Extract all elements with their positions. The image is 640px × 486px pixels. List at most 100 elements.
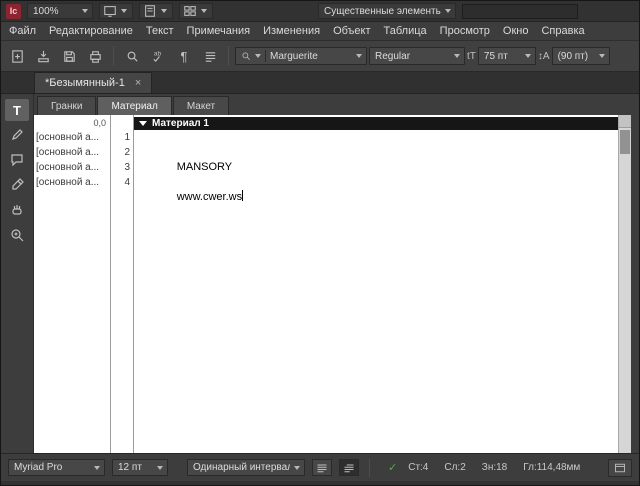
paragraph-view-toggle[interactable]: [339, 459, 359, 476]
font-size-icon: tT: [467, 50, 476, 62]
type-tool[interactable]: T: [5, 99, 29, 121]
menu-item-notes[interactable]: Примечания: [187, 25, 251, 37]
zoom-level-select[interactable]: 100%: [27, 3, 93, 19]
ruler-origin: 0,0: [93, 118, 106, 128]
lines-full-icon: [317, 464, 327, 472]
search-input[interactable]: [462, 3, 578, 19]
find-change-button[interactable]: [120, 45, 144, 67]
chevron-down-icon: [524, 54, 531, 58]
galley-line[interactable]: www.cwer.ws: [134, 175, 618, 203]
document-tab[interactable]: *Безымянный-1 ×: [34, 72, 153, 93]
line-number-column: 1 2 3 4: [111, 115, 134, 453]
text-frame-button[interactable]: [608, 458, 632, 477]
leading-select[interactable]: (90 пт): [551, 47, 610, 65]
text-frame-icon: [615, 463, 625, 472]
galley-line[interactable]: [134, 160, 618, 175]
control-bar: ab ¶ Marguerite Regular tT 75 пт ↕A (90 …: [1, 41, 639, 72]
print-button[interactable]: [83, 45, 107, 67]
close-icon[interactable]: ×: [135, 77, 141, 89]
galley-font-value: Myriad Pro: [14, 462, 63, 473]
new-document-button[interactable]: [5, 45, 29, 67]
spell-check-button[interactable]: ab: [146, 45, 170, 67]
menu-item-table[interactable]: Таблица: [384, 25, 427, 37]
place-button[interactable]: [31, 45, 55, 67]
hand-icon: [12, 205, 22, 215]
vertical-scrollbar[interactable]: [618, 115, 631, 453]
zoom-icon: [11, 229, 24, 242]
menu-item-changes[interactable]: Изменения: [263, 25, 320, 37]
toolbar-separator: [228, 46, 229, 66]
galley-view-toggle[interactable]: [312, 459, 332, 476]
scrollbar-thumb[interactable]: [620, 130, 630, 154]
galley-line[interactable]: MANSORY: [134, 145, 618, 173]
font-style-value: Regular: [375, 50, 411, 62]
hand-tool[interactable]: [5, 199, 29, 221]
galley-content[interactable]: Материал 1 MANSORY www.cwer.ws: [134, 115, 618, 453]
galley-line[interactable]: [134, 130, 618, 145]
spell-check-icon: ab: [152, 50, 161, 62]
menu-item-object[interactable]: Объект: [333, 25, 370, 37]
stat-depth: Гл:114,48мм: [523, 462, 581, 473]
line-spacing-select[interactable]: Одинарный интервал: [187, 459, 305, 476]
tab-galley[interactable]: Гранки: [37, 96, 97, 115]
save-button[interactable]: [57, 45, 81, 67]
line-number-cell: 3: [124, 162, 130, 173]
menu-item-file[interactable]: Файл: [9, 25, 36, 37]
window-bottom-edge: [1, 481, 639, 485]
text-lines-button[interactable]: [198, 45, 222, 67]
galley-line-text: www.cwer.ws: [176, 191, 243, 203]
paragraph-style-cell: [основной а...: [36, 177, 100, 188]
leading-value: (90 пт): [557, 50, 589, 62]
stat-word: Сл:2: [444, 462, 466, 473]
line-number-cell: 4: [124, 177, 130, 188]
collapse-triangle-icon[interactable]: [139, 121, 147, 126]
status-bar: Myriad Pro 12 пт Одинарный интервал ✓ Ст…: [1, 453, 639, 481]
menu-item-window[interactable]: Окно: [503, 25, 529, 37]
view-options-select[interactable]: [99, 3, 133, 19]
chevron-down-icon: [454, 54, 460, 58]
font-size-select[interactable]: 75 пт: [477, 47, 536, 65]
editor-right-margin: [631, 115, 639, 453]
story-editor[interactable]: 0,0 [основной а... [основной а... [основ…: [34, 115, 639, 453]
font-family-select[interactable]: Marguerite: [235, 47, 367, 65]
pencil-icon: [12, 129, 23, 140]
menu-item-type[interactable]: Текст: [146, 25, 174, 37]
editor-pane: Гранки Материал Макет 0,0 [основной а...…: [34, 94, 639, 453]
document-title: *Безымянный-1: [45, 77, 125, 89]
menu-item-view[interactable]: Просмотр: [440, 25, 490, 37]
tab-galley-label: Гранки: [51, 100, 83, 112]
chevron-down-icon: [121, 9, 127, 13]
tab-story[interactable]: Материал: [97, 96, 172, 115]
text-lines-icon: [205, 51, 215, 62]
chevron-down-icon: [201, 9, 207, 13]
scrollbar-button[interactable]: [619, 115, 631, 128]
tools-panel: T: [1, 94, 34, 453]
tab-layout-label: Макет: [186, 100, 216, 112]
story-header[interactable]: Материал 1: [134, 117, 618, 130]
paragraph-style-column: 0,0 [основной а... [основной а... [основ…: [34, 115, 111, 453]
menu-item-edit[interactable]: Редактирование: [49, 25, 133, 37]
toolbar-separator: [113, 46, 114, 66]
note-tool[interactable]: [5, 149, 29, 171]
stat-line: Ст:4: [408, 462, 429, 473]
eyedropper-tool[interactable]: [5, 174, 29, 196]
arrange-documents-select[interactable]: [179, 3, 213, 19]
menu-bar: Файл Редактирование Текст Примечания Изм…: [1, 22, 639, 41]
pencil-tool[interactable]: [5, 124, 29, 146]
note-icon: [11, 154, 23, 167]
tab-story-label: Материал: [111, 100, 158, 112]
zoom-tool[interactable]: [5, 224, 29, 246]
printer-icon: [89, 50, 101, 63]
screen-mode-select[interactable]: [139, 3, 173, 19]
workspace-switcher[interactable]: Существенные элементы: [318, 3, 456, 19]
grid-icon: [184, 6, 196, 16]
hidden-characters-button[interactable]: ¶: [172, 45, 196, 67]
galley-size-select[interactable]: 12 пт: [112, 459, 168, 476]
search-icon: [127, 51, 138, 62]
tab-layout[interactable]: Макет: [172, 96, 230, 115]
font-style-select[interactable]: Regular: [369, 47, 465, 65]
menu-item-help[interactable]: Справка: [541, 25, 584, 37]
chevron-down-icon: [255, 54, 261, 58]
workspace-name: Существенные элементы: [324, 5, 441, 17]
galley-font-select[interactable]: Myriad Pro: [8, 459, 105, 476]
